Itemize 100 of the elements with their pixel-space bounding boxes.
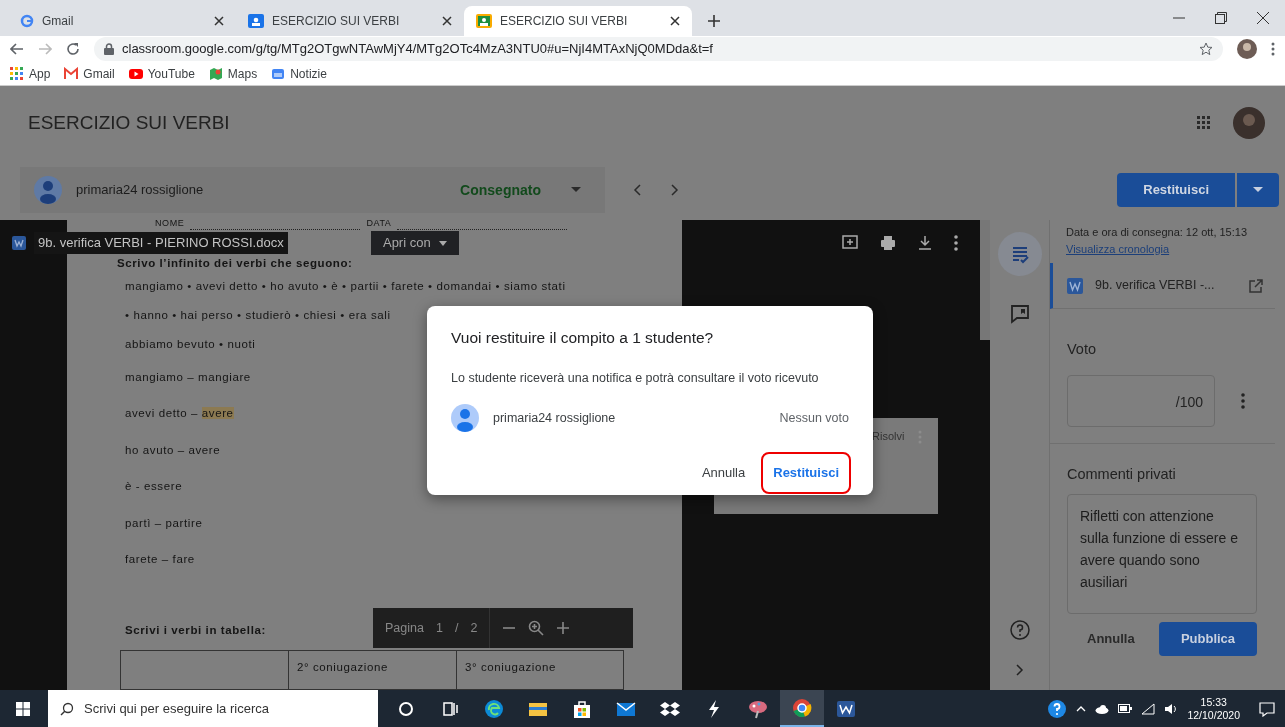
wifi-icon[interactable] (1141, 702, 1156, 715)
chevron-right-icon[interactable] (1015, 664, 1024, 676)
search-icon (60, 702, 74, 716)
google-logo-icon (20, 14, 34, 28)
answer-text: mangiamo – mangiare (125, 369, 251, 385)
grade-status: Nessun voto (779, 409, 849, 427)
caret-down-icon (438, 240, 447, 246)
zoom-icon[interactable] (528, 620, 545, 636)
download-icon[interactable] (918, 235, 932, 251)
browser-tab[interactable]: Gmail (8, 6, 236, 36)
verb-list-text: • hanno • hai perso • studierò • chiesi • era sali (125, 307, 391, 323)
open-with-button[interactable]: Apri con (370, 231, 459, 255)
dialog-message: Lo studente riceverà una notifica e potrà consultare il voto ricevuto (451, 370, 820, 388)
close-icon (214, 16, 224, 26)
add-comment-icon[interactable] (842, 235, 858, 251)
person-avatar-icon (34, 176, 62, 204)
lock-icon (104, 43, 114, 55)
bookmark[interactable]: App (10, 64, 51, 83)
edge-browser-icon (484, 698, 504, 719)
newspaper-icon (271, 66, 286, 81)
comment-icon (1008, 303, 1031, 325)
speaker-icon[interactable] (1164, 702, 1179, 715)
return-button[interactable]: Restituisci (1117, 173, 1235, 207)
dialog-title: Vuoi restituire il compito a 1 studente? (451, 328, 715, 348)
taskbar-search-field[interactable]: Scrivi qui per eseguire la ricerca (48, 690, 378, 727)
comment-field[interactable]: Rifletti con attenzione sulla funzione di essere e avere quando sono ausiliari (1067, 493, 1257, 614)
close-icon[interactable] (1257, 12, 1269, 24)
print-icon[interactable] (880, 235, 896, 251)
panel-tab[interactable] (997, 232, 1042, 276)
publish-button[interactable]: Pubblica (1159, 621, 1257, 656)
battery-icon[interactable] (1118, 704, 1133, 713)
grade-label: Voto (1067, 340, 1098, 359)
person-avatar-icon (451, 404, 479, 432)
apps-grid-icon[interactable] (1197, 116, 1211, 130)
chevron-left-icon[interactable] (633, 184, 641, 196)
attachment-item[interactable]: 9b. verifica VERBI -... (1050, 263, 1275, 309)
submission-date: Data e ora di consegna: 12 ott, 15:13 (1065, 225, 1249, 240)
verb-list-text: abbiamo bevuto • nuoti (125, 336, 256, 352)
reload-icon[interactable] (66, 42, 80, 56)
url-text: classroom.google.com/g/tg/MTg2OTgwNTAwMjY4/MTg2OTc4MzA3NTU0#u=NjI4MTAxNjQ0MDda&t=f (122, 40, 714, 59)
chevron-up-icon[interactable] (1076, 705, 1087, 712)
back-arrow-icon[interactable] (10, 43, 24, 55)
comments-label: Commenti privati (1067, 464, 1177, 484)
more-options-icon[interactable] (954, 235, 958, 251)
bookmark[interactable]: Maps (208, 64, 258, 83)
avatar-icon[interactable] (1233, 107, 1265, 139)
more-options-icon[interactable] (1241, 392, 1245, 409)
chevron-right-icon[interactable] (671, 184, 679, 196)
return-button[interactable]: Restituisci (763, 454, 849, 492)
gmail-m-icon (64, 66, 79, 81)
student-selector[interactable]: primaria24 rossiglione Consegnato (20, 167, 605, 213)
caret-down-icon (1253, 187, 1263, 193)
cancel-button[interactable]: Annulla (1067, 628, 1155, 649)
apps-grid-icon (10, 66, 24, 81)
new-tab-icon[interactable] (708, 15, 720, 27)
star-icon[interactable] (1199, 42, 1213, 56)
caret-down-icon (571, 187, 581, 193)
taskbar-app[interactable] (780, 690, 824, 727)
table-header-cell: 2° coniugazione (288, 650, 456, 690)
person-board-icon (248, 14, 264, 28)
student-name: primaria24 rossiglione (493, 409, 617, 427)
page-count: 2 (470, 619, 478, 637)
date-label: DATA (366, 220, 392, 230)
scrollbar-thumb[interactable] (980, 220, 990, 340)
cancel-button[interactable]: Annulla (695, 459, 752, 487)
answer-text: partì – partire (125, 515, 203, 531)
chrome-browser-icon (792, 697, 812, 718)
zoom-in-icon[interactable] (556, 621, 571, 635)
browser-tab[interactable]: ESERCIZIO SUI VERBI (236, 6, 464, 36)
clock-time: 15:33 (1200, 695, 1227, 709)
help-icon[interactable] (1047, 698, 1068, 719)
bookmark[interactable]: Notizie (271, 64, 327, 83)
answer-text: avevi detto – avere (125, 406, 234, 422)
paint-palette-icon (748, 698, 768, 719)
page-separator: / (454, 619, 459, 637)
table-header-cell: 3° coniugazione (456, 650, 624, 690)
word-doc-icon (836, 698, 856, 719)
notification-icon[interactable] (1259, 700, 1275, 717)
play-icon (128, 66, 143, 81)
return-options-button[interactable] (1237, 173, 1279, 207)
close-icon (670, 16, 680, 26)
browser-tab[interactable]: ESERCIZIO SUI VERBI (464, 6, 692, 36)
answer-text: farete – fare (125, 552, 195, 568)
answer-text: ho avuto – avere (125, 442, 221, 458)
bookmark[interactable]: YouTube (128, 64, 195, 83)
windows-start-icon[interactable] (16, 701, 30, 716)
word-doc-icon (12, 236, 26, 250)
file-name: 9b. verifica VERBI - PIERINO ROSSI.docx (34, 232, 288, 254)
assignment-title: ESERCIZIO SUI VERBI (28, 110, 231, 135)
cloud-icon[interactable] (1095, 703, 1110, 714)
bookmark[interactable]: Gmail (64, 64, 115, 83)
classroom-icon (476, 14, 492, 28)
menu-icon[interactable] (1271, 42, 1275, 56)
restore-icon[interactable] (1215, 12, 1227, 24)
avatar-icon[interactable] (1237, 39, 1257, 59)
address-bar[interactable]: classroom.google.com/g/tg/MTg2OTgwNTAwMjY4/MTg2OTc4MzA3NTU0#u=NjI4MTAxNjQ0MDda&t=f (94, 37, 1223, 61)
open-external-icon[interactable] (1249, 278, 1263, 293)
instruction-text: Scrivo l’infinito dei verbi che seguono: (117, 255, 354, 271)
grade-max-label: /100 (1175, 392, 1203, 412)
status-label: Consegnato (460, 180, 541, 200)
